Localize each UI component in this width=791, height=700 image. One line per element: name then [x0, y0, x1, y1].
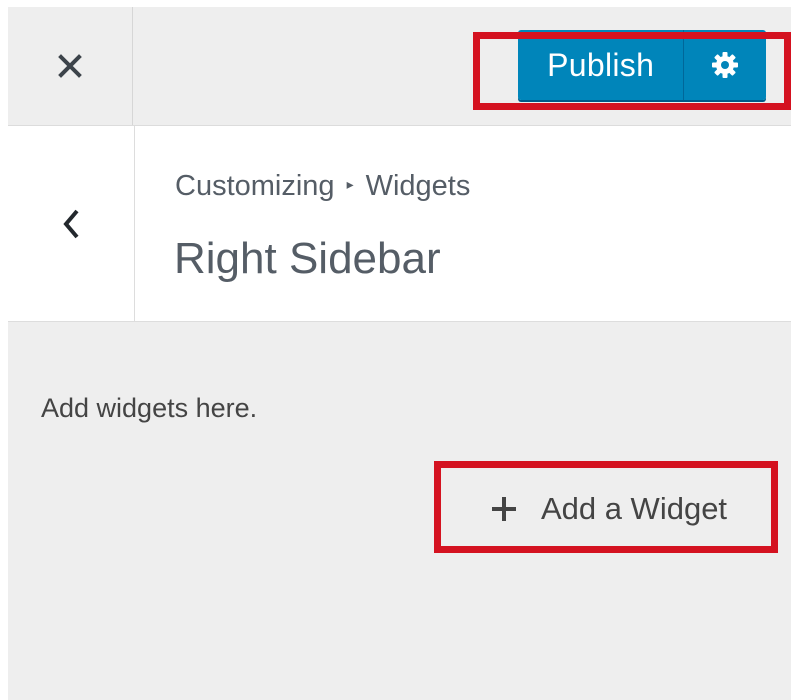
back-button[interactable]	[8, 126, 135, 321]
add-widget-highlight-box	[434, 461, 778, 553]
section-title: Right Sidebar	[174, 234, 441, 283]
breadcrumb-current: Widgets	[365, 170, 471, 202]
section-header: Customizing ▸ Widgets Right Sidebar	[8, 126, 791, 322]
close-icon	[58, 54, 82, 78]
customizer-panel: Publish Customizing ▸ Widgets Right Side…	[8, 7, 791, 700]
publish-highlight-box	[473, 32, 791, 110]
chevron-left-icon	[63, 209, 79, 238]
sidebar-description: Add widgets here.	[41, 393, 258, 423]
breadcrumb: Customizing ▸ Widgets	[175, 170, 470, 203]
breadcrumb-parent: Customizing	[175, 170, 335, 202]
customizer-header: Publish	[8, 7, 791, 126]
triangle-right-icon: ▸	[346, 176, 354, 192]
close-button[interactable]	[8, 7, 133, 125]
